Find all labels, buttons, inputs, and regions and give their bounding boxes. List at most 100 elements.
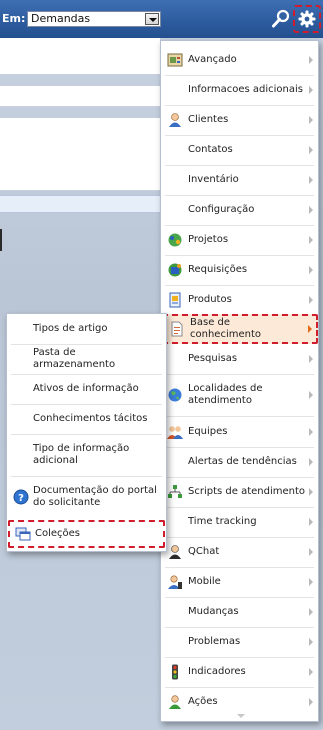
submenu-item-label: Coleções [35,528,81,539]
chevron-right-icon [309,608,313,616]
menu-item-label: Equipes [188,426,228,437]
menu-item-label: Projetos [188,234,229,245]
mobile-icon [168,575,182,589]
chevron-right-icon [309,668,313,676]
chevron-right-icon [309,56,313,64]
chevron-right-icon [309,428,313,436]
traffic-light-icon [172,664,178,680]
scripts-icon [168,485,182,498]
menu-item-label: Time tracking [188,516,257,527]
scroll-down-icon[interactable] [237,714,245,718]
menu-item-label: Scripts de atendimento [188,486,306,497]
context-select[interactable]: Demandas [27,11,161,27]
menu-item-informacoes-adicionais[interactable]: Informacoes adicionais [161,75,318,105]
menu-item-configuracao[interactable]: Configuração [161,195,318,225]
search-icon[interactable] [271,9,291,29]
menu-item-equipes[interactable]: Equipes [161,417,318,447]
menu-item-scripts-de-atendimento[interactable]: Scripts de atendimento [161,477,318,507]
chevron-right-icon [309,86,313,94]
menu-item-alertas-de-tendencias[interactable]: Alertas de tendências [161,447,318,477]
menu-item-label: Clientes [188,114,229,125]
divider [0,190,160,191]
divider [0,74,160,75]
page-filter-row [0,195,160,213]
chevron-right-icon [309,206,313,214]
submenu-item-label: Ativos de informação [33,383,139,394]
chevron-right-icon [308,325,312,333]
menu-item-label: Indicadores [188,666,246,677]
menu-item-clientes[interactable]: Clientes [161,105,318,135]
menu-item-mobile[interactable]: Mobile [161,567,318,597]
chevron-down-icon[interactable] [145,13,159,25]
chevron-right-icon [309,638,313,646]
submenu-item-label: Pasta de armazenamento [33,347,116,370]
menu-item-label: Alertas de tendências [188,456,297,467]
chevron-right-icon [309,578,313,586]
submenu-item-label: Documentação do portal do solicitante [33,485,157,508]
teams-icon [167,426,183,439]
menu-item-mudancas[interactable]: Mudanças [161,597,318,627]
menu-item-label: Configuração [188,204,255,215]
chevron-right-icon [309,266,313,274]
settings-button[interactable] [293,5,321,33]
advanced-icon [167,53,183,67]
menu-item-projetos[interactable]: Projetos [161,225,318,255]
submenu-item-pasta-de-armazenamento[interactable]: Pasta de armazenamento [7,344,166,374]
chevron-right-icon [309,488,313,496]
chevron-right-icon [309,698,313,706]
menu-item-indicadores[interactable]: Indicadores [161,657,318,687]
submenu-item-label: Tipos de artigo [33,323,108,334]
submenu-item-documentacao-do-portal[interactable]: ? Documentação do portal do solicitante [7,476,166,518]
menu-item-label: Mobile [188,576,221,587]
menu-item-label: QChat [188,546,220,557]
menu-item-label: Pesquisas [188,353,238,364]
menu-item-label: Mudanças [188,606,239,617]
menu-item-base-de-conhecimento[interactable]: Base de conhecimento [162,314,318,344]
actions-icon [169,695,181,709]
top-bar: Em: Demandas [0,0,323,38]
menu-item-label: Produtos [188,294,232,305]
chevron-right-icon [309,391,313,399]
menu-item-acoes[interactable]: Ações [161,687,318,717]
menu-item-pesquisas[interactable]: Pesquisas [161,344,318,374]
menu-item-localidades-de-atendimento[interactable]: Localidades de atendimento [161,375,318,415]
submenu-item-colecoes[interactable]: Coleções [8,520,165,548]
divider [0,106,160,107]
submenu-item-label: Tipo de informação adicional [33,443,130,466]
menu-item-produtos[interactable]: Produtos [161,285,318,315]
menu-item-contatos[interactable]: Contatos [161,135,318,165]
menu-item-label: Ações [188,696,218,707]
knowledge-base-submenu: Tipos de artigo Pasta de armazenamento A… [6,313,167,552]
menu-item-label: Avançado [188,54,237,65]
menu-item-problemas[interactable]: Problemas [161,627,318,657]
menu-item-time-tracking[interactable]: Time tracking [161,507,318,537]
chevron-right-icon [309,458,313,466]
page-header-strip [0,38,160,74]
submenu-item-conhecimentos-tacitos[interactable]: Conhecimentos tácitos [7,404,166,434]
context-label: Em: [2,12,26,25]
menu-item-label: Informacoes adicionais [188,84,303,95]
menu-item-inventario[interactable]: Inventário [161,165,318,195]
chevron-right-icon [309,518,313,526]
submenu-item-tipo-de-informacao-adicional[interactable]: Tipo de informação adicional [7,434,166,476]
chevron-right-icon [309,296,313,304]
chevron-right-icon [309,176,313,184]
help-icon: ? [13,489,29,505]
menu-item-avancado[interactable]: Avançado [161,45,318,75]
menu-item-label: Requisições [188,264,248,275]
menu-item-qchat[interactable]: QChat [161,537,318,567]
chevron-right-icon [309,116,313,124]
svg-text:?: ? [18,493,24,504]
globe-icon [168,388,182,402]
chevron-right-icon [309,146,313,154]
projects-icon [168,233,182,247]
collections-icon [15,527,31,541]
menu-item-requisicoes[interactable]: Requisições [161,255,318,285]
requests-icon [168,263,182,277]
submenu-item-label: Conhecimentos tácitos [33,413,148,424]
chevron-right-icon [309,236,313,244]
products-icon [169,292,181,308]
submenu-item-ativos-de-informacao[interactable]: Ativos de informação [7,374,166,404]
menu-item-label: Localidades de atendimento [188,383,263,406]
submenu-item-tipos-de-artigo[interactable]: Tipos de artigo [7,314,166,344]
